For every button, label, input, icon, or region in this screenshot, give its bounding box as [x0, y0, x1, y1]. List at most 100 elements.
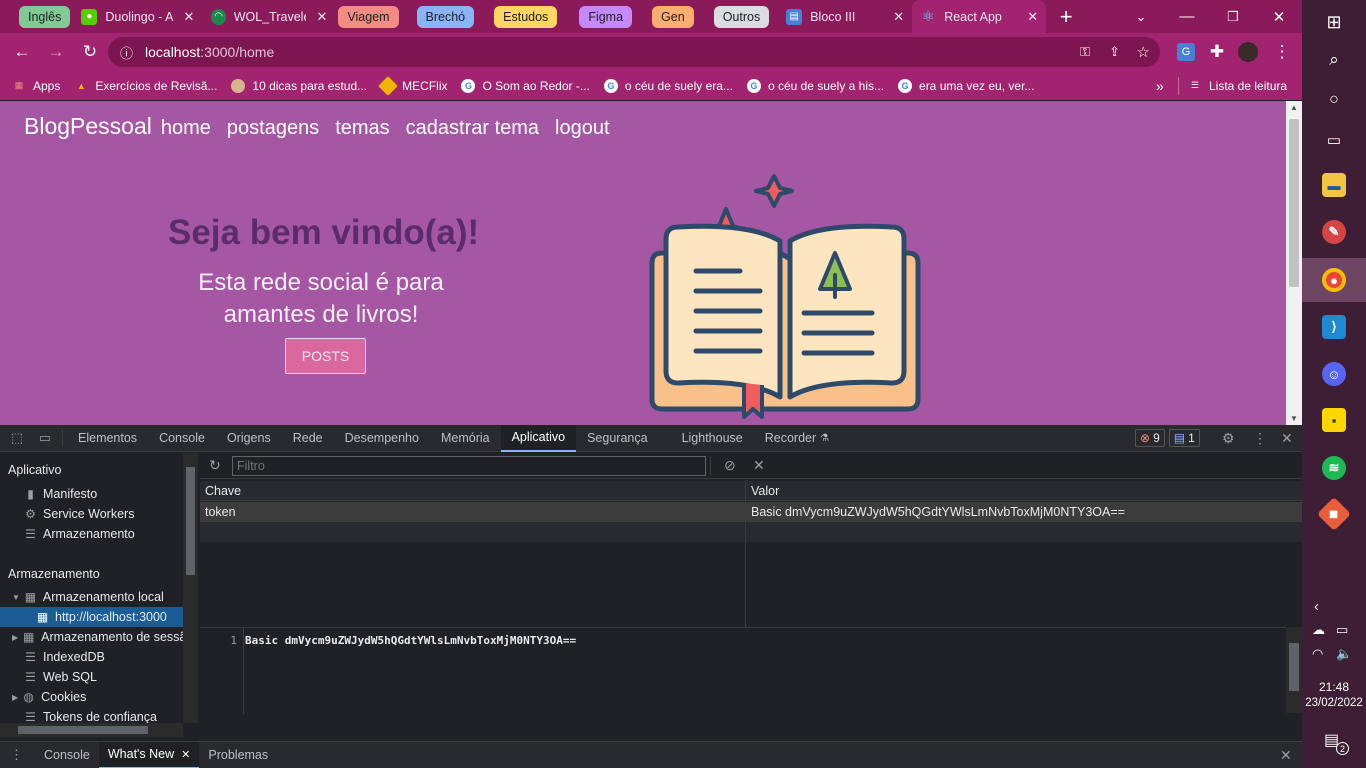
- tab-react-app[interactable]: ⚛ React App ✕: [912, 0, 1047, 33]
- tab-group-brecho[interactable]: Brechó: [416, 5, 475, 28]
- refresh-icon[interactable]: ↻: [209, 457, 221, 474]
- discord-icon[interactable]: ☺: [1302, 352, 1366, 396]
- site-brand[interactable]: BlogPessoal: [24, 113, 152, 140]
- onedrive-cloud-icon[interactable]: ☁: [1312, 622, 1325, 638]
- close-window-button[interactable]: ✕: [1256, 0, 1302, 33]
- search-icon[interactable]: ⌕: [1302, 38, 1366, 82]
- sidebar-scroll-thumb[interactable]: [186, 467, 195, 575]
- reload-icon[interactable]: ↻: [74, 36, 106, 68]
- bookmark-exercicios[interactable]: ▲ Exercícios de Revisã...: [74, 79, 218, 93]
- sidebar-item-indexeddb[interactable]: ☰ IndexedDB: [24, 647, 105, 667]
- tab-wol[interactable]: ◠ WOL_Traveler ✕: [203, 0, 335, 33]
- close-icon[interactable]: ✕: [1027, 9, 1038, 25]
- sidebar-item-manifesto[interactable]: ▮ Manifesto: [24, 484, 97, 504]
- delete-selected-icon[interactable]: ✕: [753, 457, 765, 474]
- forward-icon[interactable]: →: [40, 36, 72, 68]
- restore-button[interactable]: ❐: [1210, 0, 1256, 33]
- sidebar-horizontal-scrollbar[interactable]: [0, 723, 183, 737]
- tab-lighthouse[interactable]: Lighthouse: [671, 425, 754, 452]
- preview-code[interactable]: Basic dmVycm9uZWJydW5hQGdtYWlsLmNvbToxMj…: [245, 634, 576, 647]
- nav-cadastrar-tema[interactable]: cadastrar tema: [406, 117, 539, 140]
- page-scrollbar[interactable]: ▲ ▼: [1286, 101, 1302, 425]
- new-tab-button[interactable]: +: [1050, 1, 1082, 33]
- chrome-icon[interactable]: ●: [1302, 258, 1366, 302]
- nav-postagens[interactable]: postagens: [227, 117, 319, 140]
- close-drawer-icon[interactable]: ✕: [1280, 747, 1292, 764]
- reading-list-button[interactable]: ☰ Lista de leitura: [1188, 79, 1287, 93]
- drawer-menu-icon[interactable]: ⋮: [10, 747, 23, 763]
- inspect-element-icon[interactable]: ⬚: [4, 422, 30, 454]
- tab-duolingo[interactable]: ● Duolingo - A ✕: [73, 0, 203, 33]
- show-hidden-icons-chevron-icon[interactable]: ‹: [1314, 598, 1319, 615]
- sidebar-item-service-workers[interactable]: ⚙ Service Workers: [24, 504, 134, 524]
- nav-temas[interactable]: temas: [335, 117, 389, 140]
- sidebar-item-cookies[interactable]: ▶ ◍ Cookies: [12, 687, 86, 707]
- tab-elementos[interactable]: Elementos: [67, 425, 148, 452]
- devtools-menu-icon[interactable]: ⋮: [1253, 430, 1267, 447]
- sidebar-item-web-sql[interactable]: ☰ Web SQL: [24, 667, 97, 687]
- tab-group-ingles[interactable]: Inglês: [19, 5, 71, 28]
- drawer-tab-whats-new[interactable]: What's New ✕: [98, 741, 200, 768]
- sidebar-scrollbar[interactable]: [183, 453, 198, 723]
- tab-group-outros[interactable]: Outros: [713, 5, 770, 28]
- back-icon[interactable]: ←: [6, 36, 38, 68]
- profile-avatar[interactable]: [1232, 36, 1264, 68]
- error-count-badge[interactable]: ⊗ 9: [1135, 429, 1165, 447]
- nav-logout[interactable]: logout: [555, 117, 610, 140]
- site-info-icon[interactable]: ⓘ: [120, 43, 133, 62]
- bookmark-apps[interactable]: ▦ Apps: [12, 79, 61, 93]
- tab-search-icon[interactable]: ⌄: [1118, 0, 1164, 33]
- chevron-right-icon[interactable]: ▶: [12, 633, 18, 642]
- tab-recorder[interactable]: Recorder ⚗: [754, 425, 840, 452]
- tab-origens[interactable]: Origens: [216, 425, 282, 452]
- paint-icon[interactable]: ✎: [1302, 210, 1366, 254]
- message-count-badge[interactable]: ▤ 1: [1168, 429, 1200, 447]
- key-icon[interactable]: ⚿: [1080, 44, 1090, 60]
- share-icon[interactable]: ⇪: [1109, 44, 1120, 60]
- nav-home[interactable]: home: [161, 117, 211, 140]
- sidebar-item-local-storage[interactable]: ▼ ▦ Armazenamento local: [12, 587, 164, 607]
- spotify-icon[interactable]: ≋: [1302, 446, 1366, 490]
- minimize-button[interactable]: —: [1164, 0, 1210, 33]
- wifi-icon[interactable]: ◠: [1312, 646, 1323, 662]
- clear-all-icon[interactable]: ⊘: [724, 457, 736, 474]
- column-header-chave[interactable]: Chave: [200, 481, 745, 501]
- table-cell-key[interactable]: token: [200, 502, 745, 522]
- menu-kebab-icon[interactable]: ⋮: [1266, 36, 1298, 68]
- clock-date[interactable]: 23/02/2022: [1302, 697, 1366, 709]
- more-bookmarks-icon[interactable]: »: [1156, 78, 1164, 94]
- column-header-valor[interactable]: Valor: [746, 481, 1302, 501]
- tab-group-figma[interactable]: Figma: [579, 5, 633, 28]
- chevron-right-icon[interactable]: ▶: [12, 693, 18, 702]
- tab-bloco-iii[interactable]: ▤ Bloco III ✕: [778, 0, 912, 33]
- bookmark-som-ao-redor[interactable]: G O Som ao Redor -...: [461, 78, 590, 93]
- sidebar-hscroll-thumb[interactable]: [18, 726, 148, 734]
- volume-icon[interactable]: 🔈: [1336, 646, 1352, 662]
- tab-rede[interactable]: Rede: [282, 425, 334, 452]
- bookmark-mecflix[interactable]: MECFlix: [378, 75, 447, 96]
- bookmark-ceu-suely-2[interactable]: Go céu de suely a his...: [746, 78, 884, 93]
- tab-aplicativo[interactable]: Aplicativo: [500, 424, 577, 452]
- table-cell-value[interactable]: Basic dmVycm9uZWJydW5hQGdtYWlsLmNvbToxMj…: [746, 502, 1302, 522]
- tab-group-estudos[interactable]: Estudos: [494, 5, 558, 28]
- file-explorer-icon[interactable]: ▬: [1302, 163, 1366, 207]
- close-icon[interactable]: ✕: [181, 748, 190, 761]
- close-icon[interactable]: ✕: [316, 9, 327, 25]
- sidebar-item-armazenamento[interactable]: ☰ Armazenamento: [24, 524, 135, 544]
- settings-gear-icon[interactable]: ⚙: [1222, 430, 1235, 447]
- bookmark-10-dicas[interactable]: 10 dicas para estud...: [231, 78, 367, 93]
- tab-group-viagem[interactable]: Viagem: [338, 5, 399, 28]
- chevron-down-icon[interactable]: ▼: [12, 593, 20, 602]
- extensions-puzzle-icon[interactable]: ✚: [1201, 36, 1233, 68]
- drawer-tab-problemas[interactable]: Problemas: [199, 742, 277, 768]
- task-view-icon[interactable]: ▭: [1302, 118, 1366, 162]
- close-icon[interactable]: ✕: [183, 9, 194, 25]
- close-icon[interactable]: ✕: [893, 9, 904, 25]
- tab-console[interactable]: Console: [148, 425, 216, 452]
- posts-button[interactable]: POSTS: [285, 338, 366, 374]
- tab-seguranca[interactable]: Segurança: [576, 425, 658, 452]
- translate-extension-icon[interactable]: G: [1170, 36, 1202, 68]
- drawer-tab-console[interactable]: Console: [35, 742, 99, 768]
- bookmark-ceu-suely-1[interactable]: Go céu de suely era...: [603, 78, 733, 93]
- tab-group-gen[interactable]: Gen: [652, 5, 694, 28]
